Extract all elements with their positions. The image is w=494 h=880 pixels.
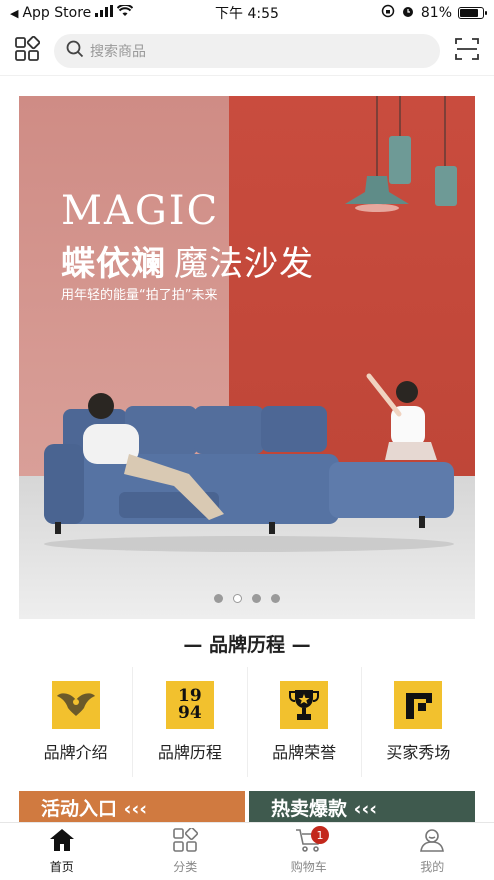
promo-hot-sale-label: 热卖爆款 ‹‹‹: [271, 798, 378, 820]
carousel-dot-1[interactable]: [214, 594, 223, 603]
category-icon: [172, 826, 199, 855]
scan-icon: [454, 36, 480, 66]
tab-home[interactable]: 首页: [0, 823, 124, 880]
tab-category-label: 分类: [173, 860, 198, 874]
grid-label-brand-honors: 品牌荣誉: [272, 743, 337, 762]
gallery-icon: [394, 681, 443, 729]
banner-brand-en: MAGIC: [61, 188, 220, 234]
carousel-dot-4[interactable]: [271, 594, 280, 603]
back-arrow-icon[interactable]: ◀: [10, 7, 18, 20]
tab-mine-label: 我的: [420, 860, 445, 874]
search-icon: [66, 40, 84, 62]
category-grid-button[interactable]: [12, 35, 42, 66]
cart-badge: 1: [311, 826, 329, 844]
grid-item-brand-history[interactable]: 19 94 品牌历程: [133, 667, 248, 777]
battery-icon: [458, 7, 487, 19]
section-title: — 品牌历程 —: [183, 634, 311, 656]
scan-button[interactable]: [452, 36, 482, 66]
carousel-indicator: [19, 594, 475, 603]
wifi-icon: [117, 3, 134, 21]
grid-label-buyer-show: 买家秀场: [386, 743, 451, 762]
tab-cart-label: 购物车: [290, 860, 327, 874]
pendant-lamps-illustration: [345, 96, 457, 212]
status-right: 81%: [381, 4, 487, 22]
carousel-dot-2[interactable]: [233, 594, 242, 603]
battery-percent: 81%: [420, 5, 452, 21]
rotation-lock-icon: [381, 4, 395, 22]
status-bar: ◀ App Store 下午 4:55 81%: [0, 0, 494, 26]
promo-hot-sale[interactable]: 热卖爆款 ‹‹‹: [249, 791, 475, 824]
promo-activity-label: 活动入口 ‹‹‹: [41, 798, 148, 820]
wings-icon: [51, 681, 100, 729]
grid-label-brand-intro: 品牌介绍: [43, 743, 108, 762]
hero-banner[interactable]: MAGIC 蝶依斓 魔法沙发 用年轻的能量“拍了拍”未来: [19, 96, 475, 619]
tab-mine[interactable]: 我的: [371, 823, 494, 880]
1994-icon: 19 94: [165, 681, 214, 729]
trophy-icon: [280, 681, 329, 729]
tab-category[interactable]: 分类: [124, 823, 248, 880]
grid-label-brand-history: 品牌历程: [157, 743, 222, 762]
top-header: 搜索商品: [0, 26, 494, 76]
status-left: ◀ App Store: [10, 3, 134, 21]
bottom-tab-bar: 首页 分类 1 购物车 我的: [0, 822, 494, 880]
back-app-label[interactable]: App Store: [22, 5, 91, 21]
brand-grid: 品牌介绍 19 94 品牌历程 品牌荣誉 买家秀场: [19, 667, 475, 777]
grid-item-brand-intro[interactable]: 品牌介绍: [19, 667, 134, 777]
sofa-illustration: [44, 373, 454, 552]
promo-activity-entry[interactable]: 活动入口 ‹‹‹: [19, 791, 245, 824]
user-icon: [419, 828, 445, 855]
search-input[interactable]: 搜索商品: [54, 33, 440, 68]
grid-item-brand-honors[interactable]: 品牌荣誉: [248, 667, 362, 777]
category-grid-icon: [14, 35, 41, 66]
signal-icon: [95, 5, 114, 21]
banner-title: 蝶依斓 魔法沙发: [61, 236, 314, 285]
grid-item-buyer-show[interactable]: 买家秀场: [362, 667, 475, 777]
search-placeholder: 搜索商品: [90, 43, 146, 60]
home-icon: [49, 828, 75, 855]
tab-cart[interactable]: 1 购物车: [247, 823, 371, 880]
banner-title-sub: 魔法沙发: [174, 244, 314, 284]
banner-title-main: 蝶依斓: [61, 244, 166, 284]
alarm-icon: [401, 4, 415, 22]
carousel-dot-3[interactable]: [252, 594, 261, 603]
icon-text-bottom: 94: [178, 703, 202, 723]
tab-home-label: 首页: [49, 860, 74, 874]
banner-tagline: 用年轻的能量“拍了拍”未来: [61, 288, 218, 303]
